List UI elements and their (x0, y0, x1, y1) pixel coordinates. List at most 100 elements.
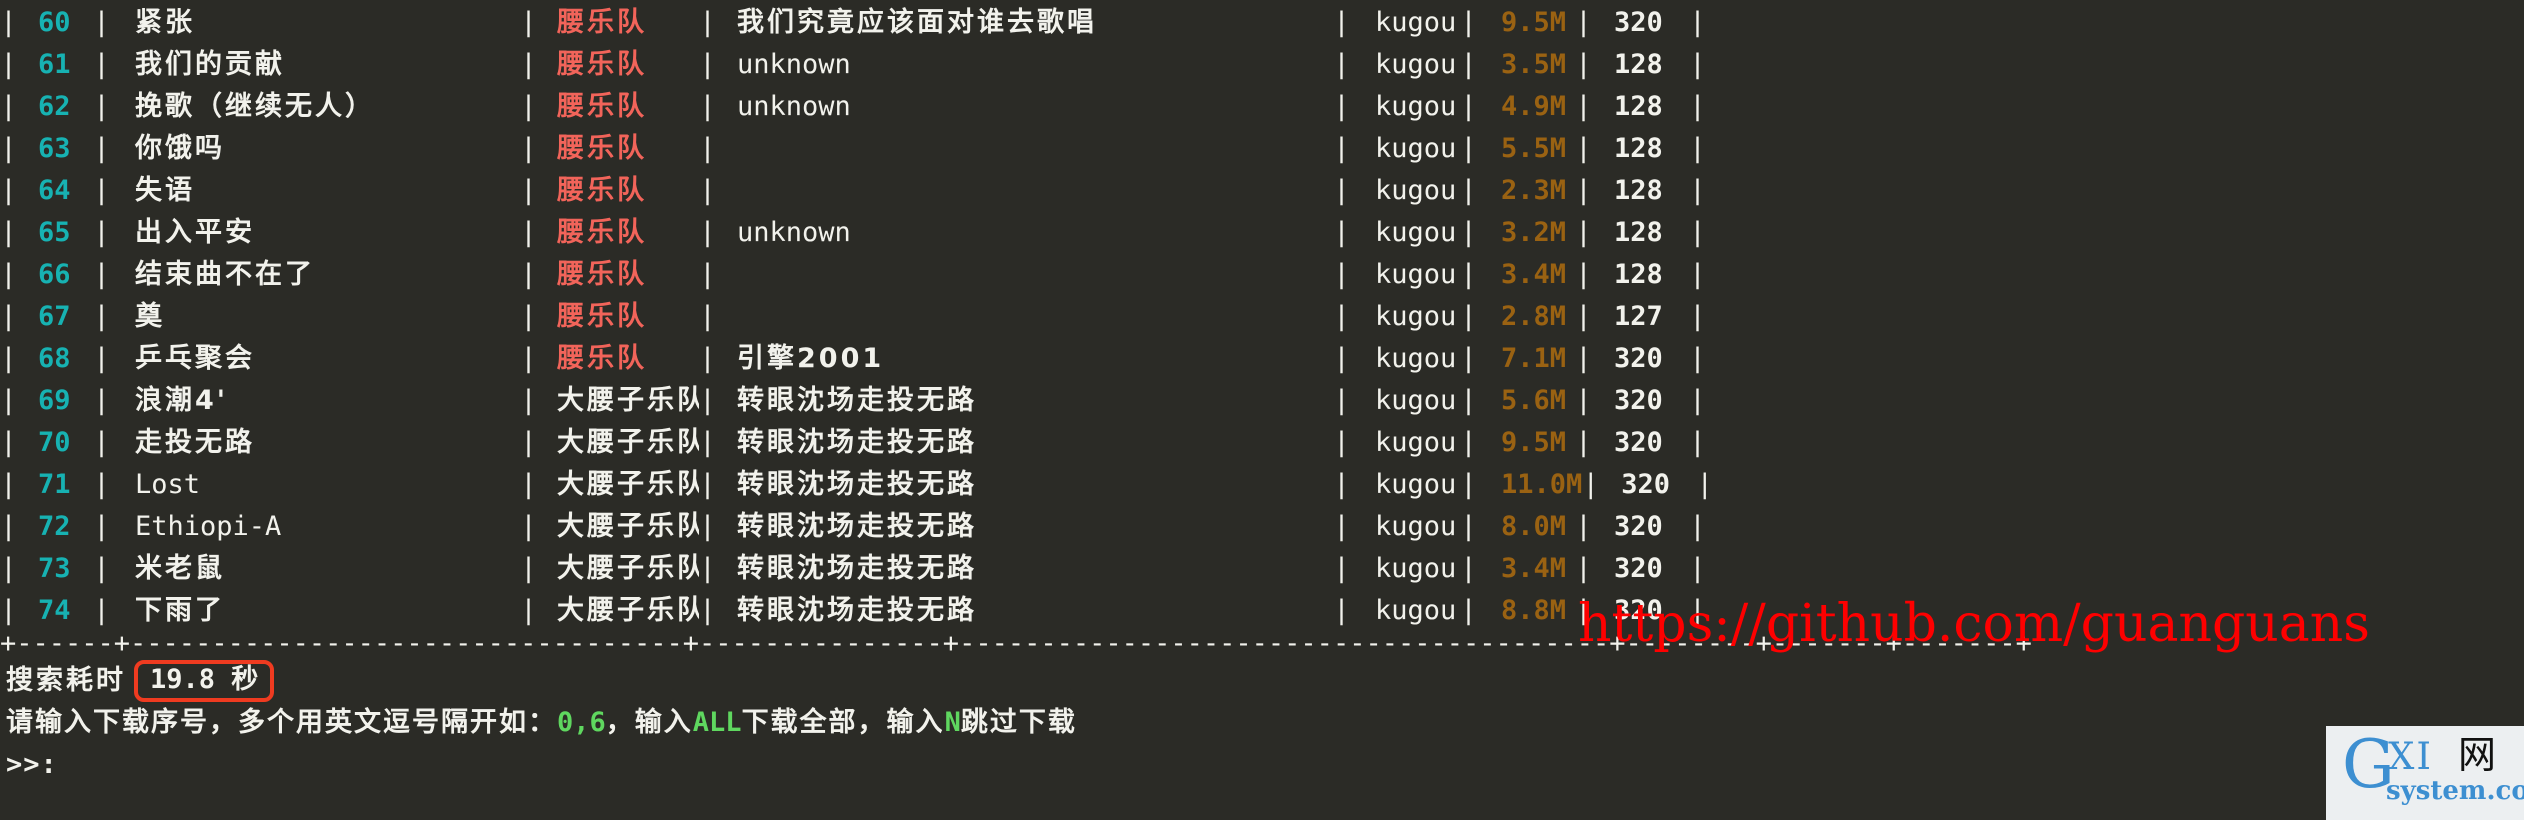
column-separator: | (0, 259, 17, 290)
column-separator: | (1689, 427, 1706, 458)
cell-size: 3.4M (1501, 259, 1567, 290)
column-separator: | (93, 133, 110, 164)
table-row[interactable]: | 65 | 出入平安 | 腰乐队 | unknown | kugou | 3.2M | 128 | (0, 212, 2524, 254)
cell-size: 3.2M (1501, 217, 1567, 248)
column-separator: | (1333, 217, 1350, 248)
column-separator: | (699, 595, 716, 626)
cell-album: unknown (737, 49, 851, 80)
column-separator: | (1460, 385, 1477, 416)
column-separator: | (1575, 343, 1592, 374)
column-separator: | (1575, 217, 1592, 248)
cell-size: 4.9M (1501, 91, 1567, 122)
column-separator: | (1333, 427, 1350, 458)
column-separator: | (520, 343, 537, 374)
cell-bitrate: 128 (1614, 49, 1663, 80)
cell-artist: 大腰子乐队 (557, 469, 699, 500)
column-separator: | (1460, 595, 1477, 626)
column-separator: | (1575, 259, 1592, 290)
table-row[interactable]: | 64 | 失语 | 腰乐队 | | kugou | 2.3M | 128 | (0, 170, 2524, 212)
column-separator: | (1333, 385, 1350, 416)
elapsed-time-unit: 秒 (231, 664, 259, 695)
column-separator: | (93, 217, 110, 248)
table-row[interactable]: | 70 | 走投无路 | 大腰子乐队 | 转眼沈场走投无路 | kugou | 9.5M | 320 | (0, 422, 2524, 464)
hint-text-part3: 下载全部，输入 (741, 707, 945, 738)
column-separator: | (93, 427, 110, 458)
table-row[interactable]: | 63 | 你饿吗 | 腰乐队 | | kugou | 5.5M | 128 | (0, 128, 2524, 170)
cell-source: kugou (1375, 595, 1457, 626)
column-separator: | (520, 469, 537, 500)
cell-title: Lost (135, 469, 201, 500)
cell-source: kugou (1375, 343, 1457, 374)
cell-artist: 大腰子乐队 (557, 385, 699, 416)
cell-title: 浪潮4' (135, 385, 229, 416)
column-separator: | (0, 49, 17, 80)
column-separator: | (1460, 49, 1477, 80)
cell-album: 我们究竟应该面对谁去歌唱 (737, 7, 1097, 38)
cell-artist: 大腰子乐队 (557, 595, 699, 626)
cell-index: 63 (38, 133, 71, 164)
cell-size: 5.6M (1501, 385, 1567, 416)
column-separator: | (1333, 469, 1350, 500)
column-separator: | (520, 511, 537, 542)
column-separator: | (1689, 175, 1706, 206)
column-separator: | (0, 91, 17, 122)
column-separator: | (1575, 595, 1592, 626)
column-separator: | (699, 133, 716, 164)
column-separator: | (699, 343, 716, 374)
elapsed-time-line: 搜索耗时 19.8 秒 (0, 660, 2524, 702)
cell-size: 2.8M (1501, 301, 1567, 332)
table-row[interactable]: | 60 | 紧张 | 腰乐队 | 我们究竟应该面对谁去歌唱 | kugou | 9.5M | 320 | (0, 2, 2524, 44)
column-separator: | (1333, 175, 1350, 206)
table-row[interactable]: | 67 | 奠 | 腰乐队 | | kugou | 2.8M | 127 | (0, 296, 2524, 338)
logo-domain-text: system.com (2386, 776, 2524, 806)
cell-bitrate: 320 (1614, 7, 1663, 38)
cell-source: kugou (1375, 7, 1457, 38)
table-row[interactable]: | 74 | 下雨了 | 大腰子乐队 | 转眼沈场走投无路 | kugou | 8.8M | 320 | (0, 590, 2524, 632)
column-separator: | (93, 7, 110, 38)
hint-text-part4: 跳过下载 (960, 707, 1077, 738)
column-separator: | (699, 259, 716, 290)
cell-index: 61 (38, 49, 71, 80)
cell-artist: 大腰子乐队 (557, 553, 699, 584)
cell-artist: 大腰子乐队 (557, 511, 699, 542)
cell-title: 米老鼠 (135, 553, 225, 584)
cell-album: 转眼沈场走投无路 (737, 427, 977, 458)
column-separator: | (520, 259, 537, 290)
hint-example-indices: 0,6 (557, 707, 606, 738)
table-row[interactable]: | 69 | 浪潮4' | 大腰子乐队 | 转眼沈场走投无路 | kugou | 5.6M | 320 | (0, 380, 2524, 422)
table-row[interactable]: | 71 | Lost | 大腰子乐队 | 转眼沈场走投无路 | kugou | 11.0M | 320 | (0, 464, 2524, 506)
cell-source: kugou (1375, 217, 1457, 248)
table-row[interactable]: | 62 | 挽歌（继续无人） | 腰乐队 | unknown | kugou | 4.9M | 128 | (0, 86, 2524, 128)
column-separator: | (0, 7, 17, 38)
cell-title: 结束曲不在了 (135, 259, 315, 290)
hint-keyword-skip: N (944, 707, 961, 738)
hint-text-part2: ，输入 (605, 707, 693, 738)
input-prompt-line[interactable]: >>: (0, 744, 2524, 786)
table-row[interactable]: | 73 | 米老鼠 | 大腰子乐队 | 转眼沈场走投无路 | kugou | 3.4M | 320 | (0, 548, 2524, 590)
column-separator: | (699, 553, 716, 584)
cell-bitrate: 320 (1614, 511, 1663, 542)
table-row[interactable]: | 68 | 乒乓聚会 | 腰乐队 | 引擎2001 | kugou | 7.1M | 320 | (0, 338, 2524, 380)
column-separator: | (520, 553, 537, 584)
table-row[interactable]: | 66 | 结束曲不在了 | 腰乐队 | | kugou | 3.4M | 128 | (0, 254, 2524, 296)
cell-size: 2.3M (1501, 175, 1567, 206)
column-separator: | (1689, 217, 1706, 248)
cell-title: 紧张 (135, 7, 195, 38)
column-separator: | (520, 133, 537, 164)
column-separator: | (1689, 49, 1706, 80)
column-separator: | (0, 301, 17, 332)
column-separator: | (1575, 7, 1592, 38)
column-separator: | (1582, 469, 1599, 500)
table-row[interactable]: | 72 | Ethiopi-A | 大腰子乐队 | 转眼沈场走投无路 | kugou | 8.0M |… (0, 506, 2524, 548)
cell-bitrate: 320 (1614, 385, 1663, 416)
column-separator: | (93, 49, 110, 80)
cell-bitrate: 320 (1614, 595, 1663, 626)
column-separator: | (1689, 133, 1706, 164)
table-row[interactable]: | 61 | 我们的贡献 | 腰乐队 | unknown | kugou | 3.5M | 128 | (0, 44, 2524, 86)
cell-source: kugou (1375, 511, 1457, 542)
column-separator: | (520, 301, 537, 332)
column-separator: | (1460, 511, 1477, 542)
column-separator: | (1460, 469, 1477, 500)
cell-bitrate: 320 (1614, 343, 1663, 374)
cell-album: 转眼沈场走投无路 (737, 511, 977, 542)
